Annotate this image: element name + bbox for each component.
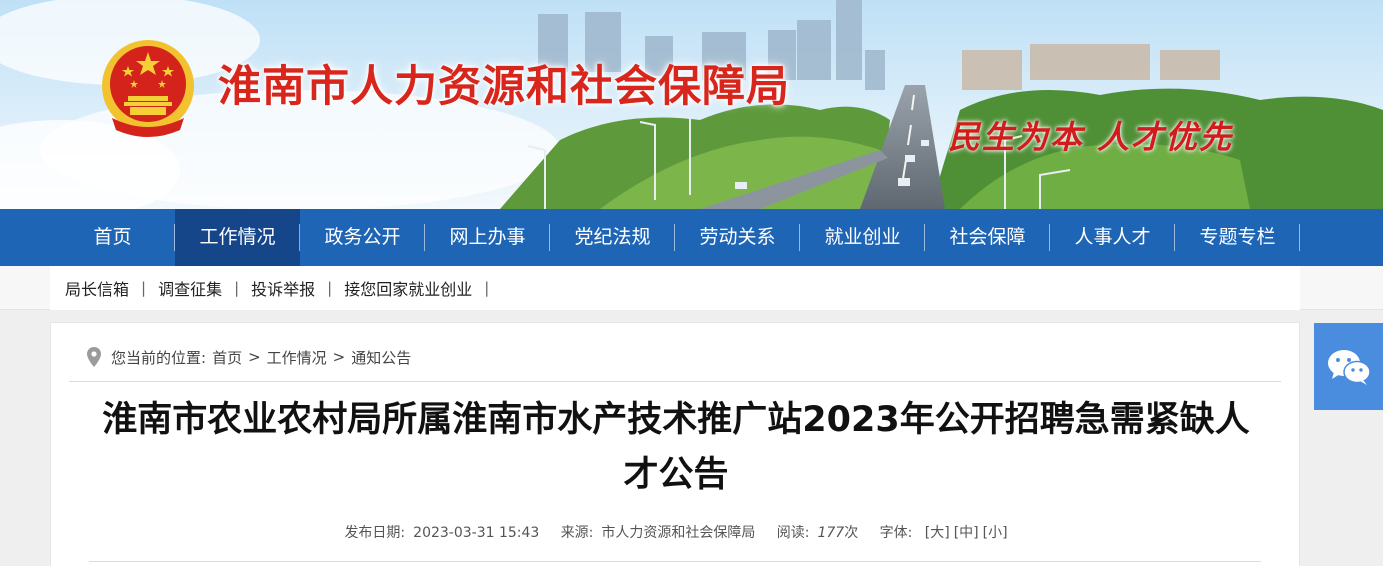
nav-item-online-services[interactable]: 网上办事	[425, 209, 550, 266]
breadcrumb: 您当前的位置: 首页 > 工作情况 > 通知公告	[87, 345, 417, 369]
location-pin-icon	[87, 347, 101, 367]
nav-item-gov-affairs[interactable]: 政务公开	[300, 209, 425, 266]
subnav-welcome-home-employment[interactable]: 接您回家就业创业	[344, 276, 472, 300]
meta-views-label: 阅读:	[776, 525, 810, 541]
breadcrumb-notices[interactable]: 通知公告	[351, 347, 411, 368]
font-size-large-button[interactable]: [大]	[925, 525, 950, 541]
national-emblem-icon	[102, 40, 194, 137]
nav-item-labor-relations[interactable]: 劳动关系	[675, 209, 800, 266]
subnav-separator: |	[234, 279, 240, 297]
breadcrumb-work[interactable]: 工作情况	[267, 347, 327, 368]
site-slogan: 民生为本 人才优先	[948, 118, 1234, 156]
site-banner: 淮南市人力资源和社会保障局 民生为本 人才优先	[0, 0, 1383, 209]
breadcrumb-separator: >	[248, 348, 261, 366]
subnav-separator: |	[484, 279, 490, 297]
article-meta: 发布日期: 2023-03-31 15:43 来源: 市人力资源和社会保障局 阅读:…	[51, 522, 1301, 542]
meta-date-label: 发布日期:	[344, 525, 406, 541]
font-size-medium-button[interactable]: [中]	[954, 525, 979, 541]
wechat-float-button[interactable]	[1314, 323, 1383, 410]
breadcrumb-separator: >	[332, 348, 346, 366]
site-title: 淮南市人力资源和社会保障局	[218, 62, 790, 112]
wechat-icon	[1327, 349, 1371, 385]
subnav-complaints[interactable]: 投诉举报	[251, 276, 315, 300]
nav-item-work[interactable]: 工作情况	[175, 209, 300, 266]
subnav-survey[interactable]: 调查征集	[158, 276, 222, 300]
subnav-separator: |	[327, 279, 333, 297]
nav-item-social-security[interactable]: 社会保障	[925, 209, 1050, 266]
article-title: 淮南市农业农村局所属淮南市水产技术推广站2023年公开招聘急需紧缺人才公告	[102, 400, 1250, 495]
meta-source: 市人力资源和社会保障局	[601, 525, 756, 541]
divider	[89, 561, 1261, 562]
meta-source-label: 来源:	[560, 525, 594, 541]
font-size-small-button[interactable]: [小]	[983, 525, 1008, 541]
article-panel: 您当前的位置: 首页 > 工作情况 > 通知公告 淮南市农业农村局所属淮南市水产…	[50, 322, 1300, 566]
nav-item-special-topics[interactable]: 专题专栏	[1175, 209, 1300, 266]
nav-item-party-regulations[interactable]: 党纪法规	[550, 209, 675, 266]
breadcrumb-home[interactable]: 首页	[212, 347, 242, 368]
main-nav: 首页 工作情况 政务公开 网上办事 党纪法规 劳动关系 就业创业 社会保障 人事…	[0, 209, 1383, 266]
meta-date: 2023-03-31 15:43	[413, 525, 540, 541]
nav-item-employment[interactable]: 就业创业	[800, 209, 925, 266]
subnav-director-mailbox[interactable]: 局长信箱	[65, 276, 129, 300]
meta-views-unit: 次	[844, 525, 859, 541]
nav-item-personnel[interactable]: 人事人才	[1050, 209, 1175, 266]
nav-item-home[interactable]: 首页	[50, 209, 175, 266]
subnav-separator: |	[141, 279, 147, 297]
breadcrumb-prefix: 您当前的位置:	[111, 348, 207, 367]
meta-font-label: 字体:	[879, 525, 913, 541]
divider	[69, 381, 1281, 382]
sub-nav: 局长信箱 | 调查征集 | 投诉举报 | 接您回家就业创业 |	[0, 266, 1383, 310]
meta-views: 177	[817, 525, 845, 541]
